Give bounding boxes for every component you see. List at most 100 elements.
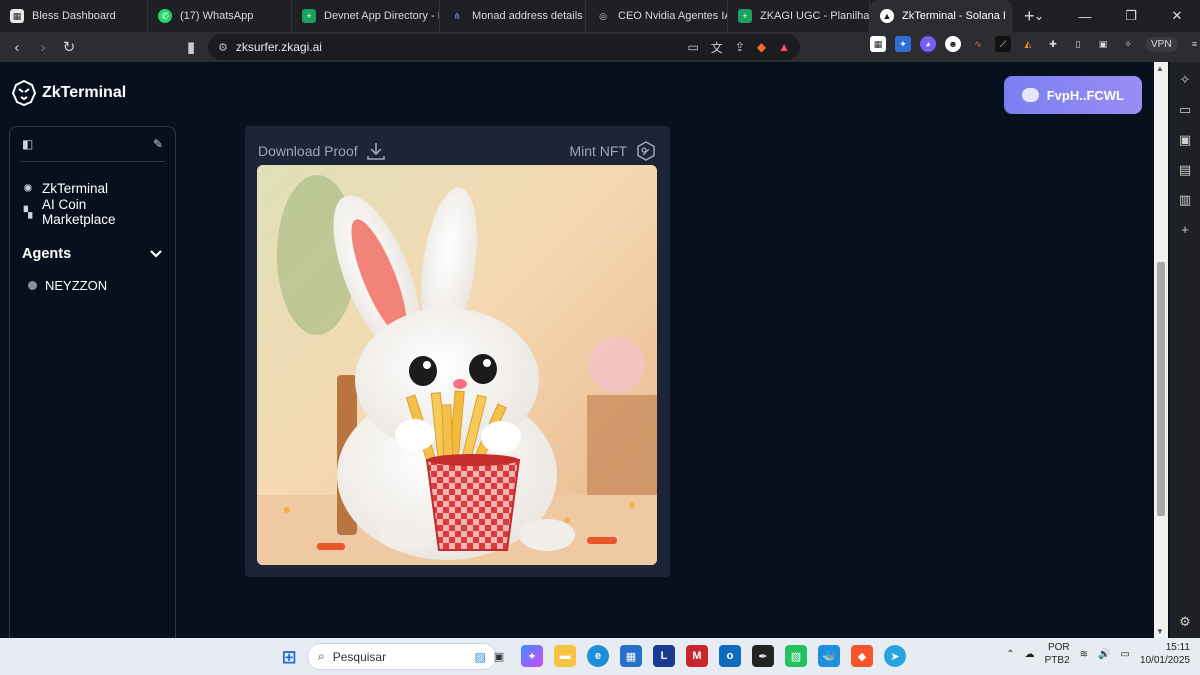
sidebar-item-ai-coin-marketplace[interactable]: ▚ AI Coin Marketplace (10, 197, 175, 227)
reload-icon[interactable]: ↻ (56, 34, 82, 60)
download-proof-button[interactable]: Download Proof (258, 141, 386, 161)
forward-icon[interactable]: › (30, 34, 56, 60)
address-bar[interactable]: ⚙ zksurfer.zkagi.ai ▭ 文 ⇪ ◆ ▲ (208, 34, 800, 60)
brave-icon[interactable]: ◆ (851, 645, 873, 667)
media-icon[interactable]: ▭ (1179, 102, 1191, 118)
extension-ghost-icon[interactable]: ◕ (920, 36, 936, 52)
start-icon[interactable]: ⊞ (278, 646, 300, 668)
bunny-fries-illustration (257, 165, 657, 565)
copilot-icon[interactable]: ✦ (521, 645, 543, 667)
zkterminal-icon: ✺ (23, 182, 33, 195)
brave-rewards-icon[interactable]: ▲ (778, 40, 790, 54)
collapse-sidebar-icon[interactable]: ◧ (22, 137, 33, 151)
keyboard-language[interactable]: POR PTB2 (1045, 641, 1070, 667)
tab-monad-address[interactable]: ⋔ Monad address details fo (440, 0, 586, 32)
browser-sidepanel-bar: ✧ ▭ ▣ ▤ ▥ + ⚙ (1170, 62, 1200, 638)
bless-icon: ▦ (10, 9, 24, 23)
browser-tab-strip: ▦ Bless Dashboard ✆ (17) WhatsApp + Devn… (0, 0, 1200, 32)
outlook-icon[interactable]: o (719, 645, 741, 667)
tab-bless-dashboard[interactable]: ▦ Bless Dashboard (0, 0, 148, 32)
globe-icon: ◎ (599, 10, 607, 21)
monad-icon: ⋔ (453, 10, 461, 21)
edge-icon[interactable]: e (587, 645, 609, 667)
extension-cut-icon[interactable]: ⟋ (995, 36, 1011, 52)
wallet-button[interactable]: FvpH..FCWL (1004, 76, 1142, 114)
reading-list-icon[interactable]: ▥ (1179, 192, 1191, 208)
tab-search-chevron-icon[interactable]: ⌄ (1016, 0, 1062, 32)
scroll-thumb[interactable] (1157, 262, 1165, 516)
tab-devnet-app-directory[interactable]: + Devnet App Directory - Pl (292, 0, 440, 32)
result-card: Download Proof Mint NFT (245, 126, 670, 577)
phantom-ghost-icon (1022, 88, 1039, 102)
tiger-logo-icon (12, 80, 36, 106)
sidebar: ◧ ✎ ✺ ZkTerminal ▚ AI Coin Marketplace A… (9, 126, 176, 638)
bookmarks-icon[interactable]: ▤ (1179, 162, 1191, 178)
file-explorer-icon[interactable]: ▬ (554, 645, 576, 667)
brave-shields-icon[interactable]: ◆ (757, 40, 766, 54)
agent-item[interactable]: NEYZZON (10, 274, 175, 296)
share-icon[interactable]: ⇪ (735, 40, 745, 54)
wifi-icon[interactable]: ≋ (1080, 649, 1088, 660)
menu-icon[interactable]: ≡ (1187, 36, 1200, 52)
minimize-button[interactable]: — (1062, 0, 1108, 32)
cast-icon[interactable]: ▭ (687, 40, 698, 54)
scroll-up-arrow-icon[interactable]: ▲ (1156, 64, 1164, 73)
extension-face-icon[interactable]: ☻ (945, 36, 961, 52)
agents-section-toggle[interactable]: Agents (10, 242, 175, 266)
onedrive-icon[interactable]: ☁ (1025, 649, 1035, 660)
store-icon[interactable]: ▦ (620, 645, 642, 667)
restore-button[interactable]: ❐ (1108, 0, 1154, 32)
metamask-icon[interactable]: ◭ (1020, 36, 1036, 52)
site-settings-icon[interactable]: ⚙ (218, 41, 228, 54)
mint-nft-button[interactable]: Mint NFT (569, 140, 657, 162)
volume-icon[interactable]: 🔊 (1098, 649, 1110, 660)
telegram-icon[interactable]: ➤ (884, 645, 906, 667)
page-scrollbar[interactable]: ▲ ▼ (1154, 62, 1168, 638)
extension-calendar-icon[interactable]: ▦ (870, 36, 886, 52)
bookmark-icon[interactable]: ▮ (178, 34, 204, 60)
new-chat-icon[interactable]: ✎ (153, 137, 163, 151)
tab-zkagi-ugc[interactable]: + ZKAGI UGC - Planilhas Go (728, 0, 870, 32)
leo-ai-icon[interactable]: ✧ (1120, 36, 1136, 52)
inkscape-icon[interactable]: ✒ (752, 645, 774, 667)
clock[interactable]: 15:11 10/01/2025 (1140, 641, 1190, 667)
tab-ceo-nvidia[interactable]: ◎ CEO Nvidia Agentes IA (586, 0, 728, 32)
mcafee-icon[interactable]: M (686, 645, 708, 667)
app-logo[interactable]: ZkTerminal (12, 80, 126, 106)
wallet-icon[interactable]: ▣ (1095, 36, 1111, 52)
generated-image[interactable] (257, 165, 657, 565)
green-app-icon[interactable]: ▧ (785, 645, 807, 667)
vpn-button[interactable]: VPN (1145, 36, 1178, 52)
l-app-icon[interactable]: L (653, 645, 675, 667)
sheets-icon: + (738, 9, 752, 23)
agent-status-dot (28, 280, 37, 290)
leo-ai-icon[interactable]: ✧ (1180, 72, 1191, 88)
sidebar-toggle-icon[interactable]: ▯ (1070, 36, 1086, 52)
tray-chevron-up-icon[interactable]: ⌃ (1006, 649, 1014, 660)
tab-zkterminal[interactable]: ▲ ZkTerminal - Solana I ✕ (870, 0, 1012, 32)
download-icon (366, 143, 385, 160)
sheets-icon: + (302, 9, 316, 23)
battery-icon[interactable]: ▭ (1120, 649, 1129, 660)
tab-whatsapp[interactable]: ✆ (17) WhatsApp (148, 0, 292, 32)
extensions-puzzle-icon[interactable]: ✚ (1045, 36, 1061, 52)
translate-icon[interactable]: 文 (711, 39, 723, 56)
extension-signal-icon[interactable]: ∿ (970, 36, 986, 52)
zkterminal-icon: ▲ (880, 9, 894, 23)
close-window-button[interactable]: ✕ (1154, 0, 1200, 32)
add-panel-icon[interactable]: + (1181, 222, 1189, 237)
back-icon[interactable]: ‹ (4, 34, 30, 60)
chevron-down-icon (150, 250, 162, 258)
grid-icon: ▚ (23, 206, 33, 219)
extension-wallet-icon[interactable]: ✦ (895, 36, 911, 52)
wallet-icon[interactable]: ▣ (1179, 132, 1191, 148)
docker-icon[interactable]: 🐳 (818, 645, 840, 667)
sidebar-settings-icon[interactable]: ⚙ (1179, 614, 1191, 630)
search-highlight-icon: ▨ (474, 649, 486, 664)
browser-toolbar: ‹ › ↻ ▮ ⚙ zksurfer.zkagi.ai ▭ 文 ⇪ ◆ ▲ ▦ … (0, 32, 1200, 62)
scroll-down-arrow-icon[interactable]: ▼ (1156, 627, 1164, 636)
task-view-icon[interactable]: ▣ (488, 645, 510, 667)
zkterminal-app: ZkTerminal FvpH..FCWL ◧ ✎ ✺ ZkTerminal ▚… (0, 62, 1154, 638)
taskbar-search[interactable]: ⌕ Pesquisar ▨ (307, 643, 497, 670)
windows-taskbar: ⊞ ⌕ Pesquisar ▨ ▣ ✦ ▬ e ▦ L M o ✒ ▧ 🐳 ◆ … (0, 638, 1200, 675)
